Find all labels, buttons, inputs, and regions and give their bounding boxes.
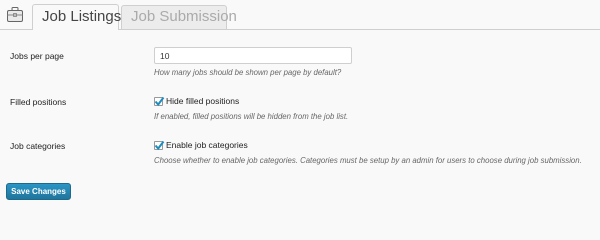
job-categories-label: Job categories (10, 141, 66, 151)
tab-job-listings[interactable]: Job Listings (32, 4, 121, 30)
checkmark-icon (154, 96, 165, 106)
hide-filled-positions-label[interactable]: Hide filled positions (166, 96, 239, 106)
settings-header: Job Listings Job Submission (0, 0, 600, 30)
hide-filled-positions-option[interactable]: Hide filled positions (154, 95, 239, 107)
filled-positions-label: Filled positions (10, 97, 67, 107)
enable-job-categories-checkbox[interactable] (154, 140, 165, 150)
save-changes-button[interactable]: Save Changes (6, 183, 71, 200)
jobs-per-page-label: Jobs per page (10, 51, 64, 61)
tab-job-submission[interactable]: Job Submission (121, 5, 237, 29)
enable-job-categories-option[interactable]: Enable job categories (154, 139, 248, 151)
hide-filled-positions-checkbox[interactable] (154, 96, 165, 106)
job-categories-description: Choose whether to enable job categories.… (154, 156, 582, 165)
jobs-per-page-input[interactable] (154, 47, 352, 64)
checkmark-icon (154, 140, 165, 150)
jobs-per-page-description: How many jobs should be shown per page b… (154, 68, 342, 77)
enable-job-categories-label[interactable]: Enable job categories (166, 140, 248, 150)
filled-positions-description: If enabled, filled positions will be hid… (154, 112, 349, 121)
briefcase-icon (7, 6, 23, 23)
